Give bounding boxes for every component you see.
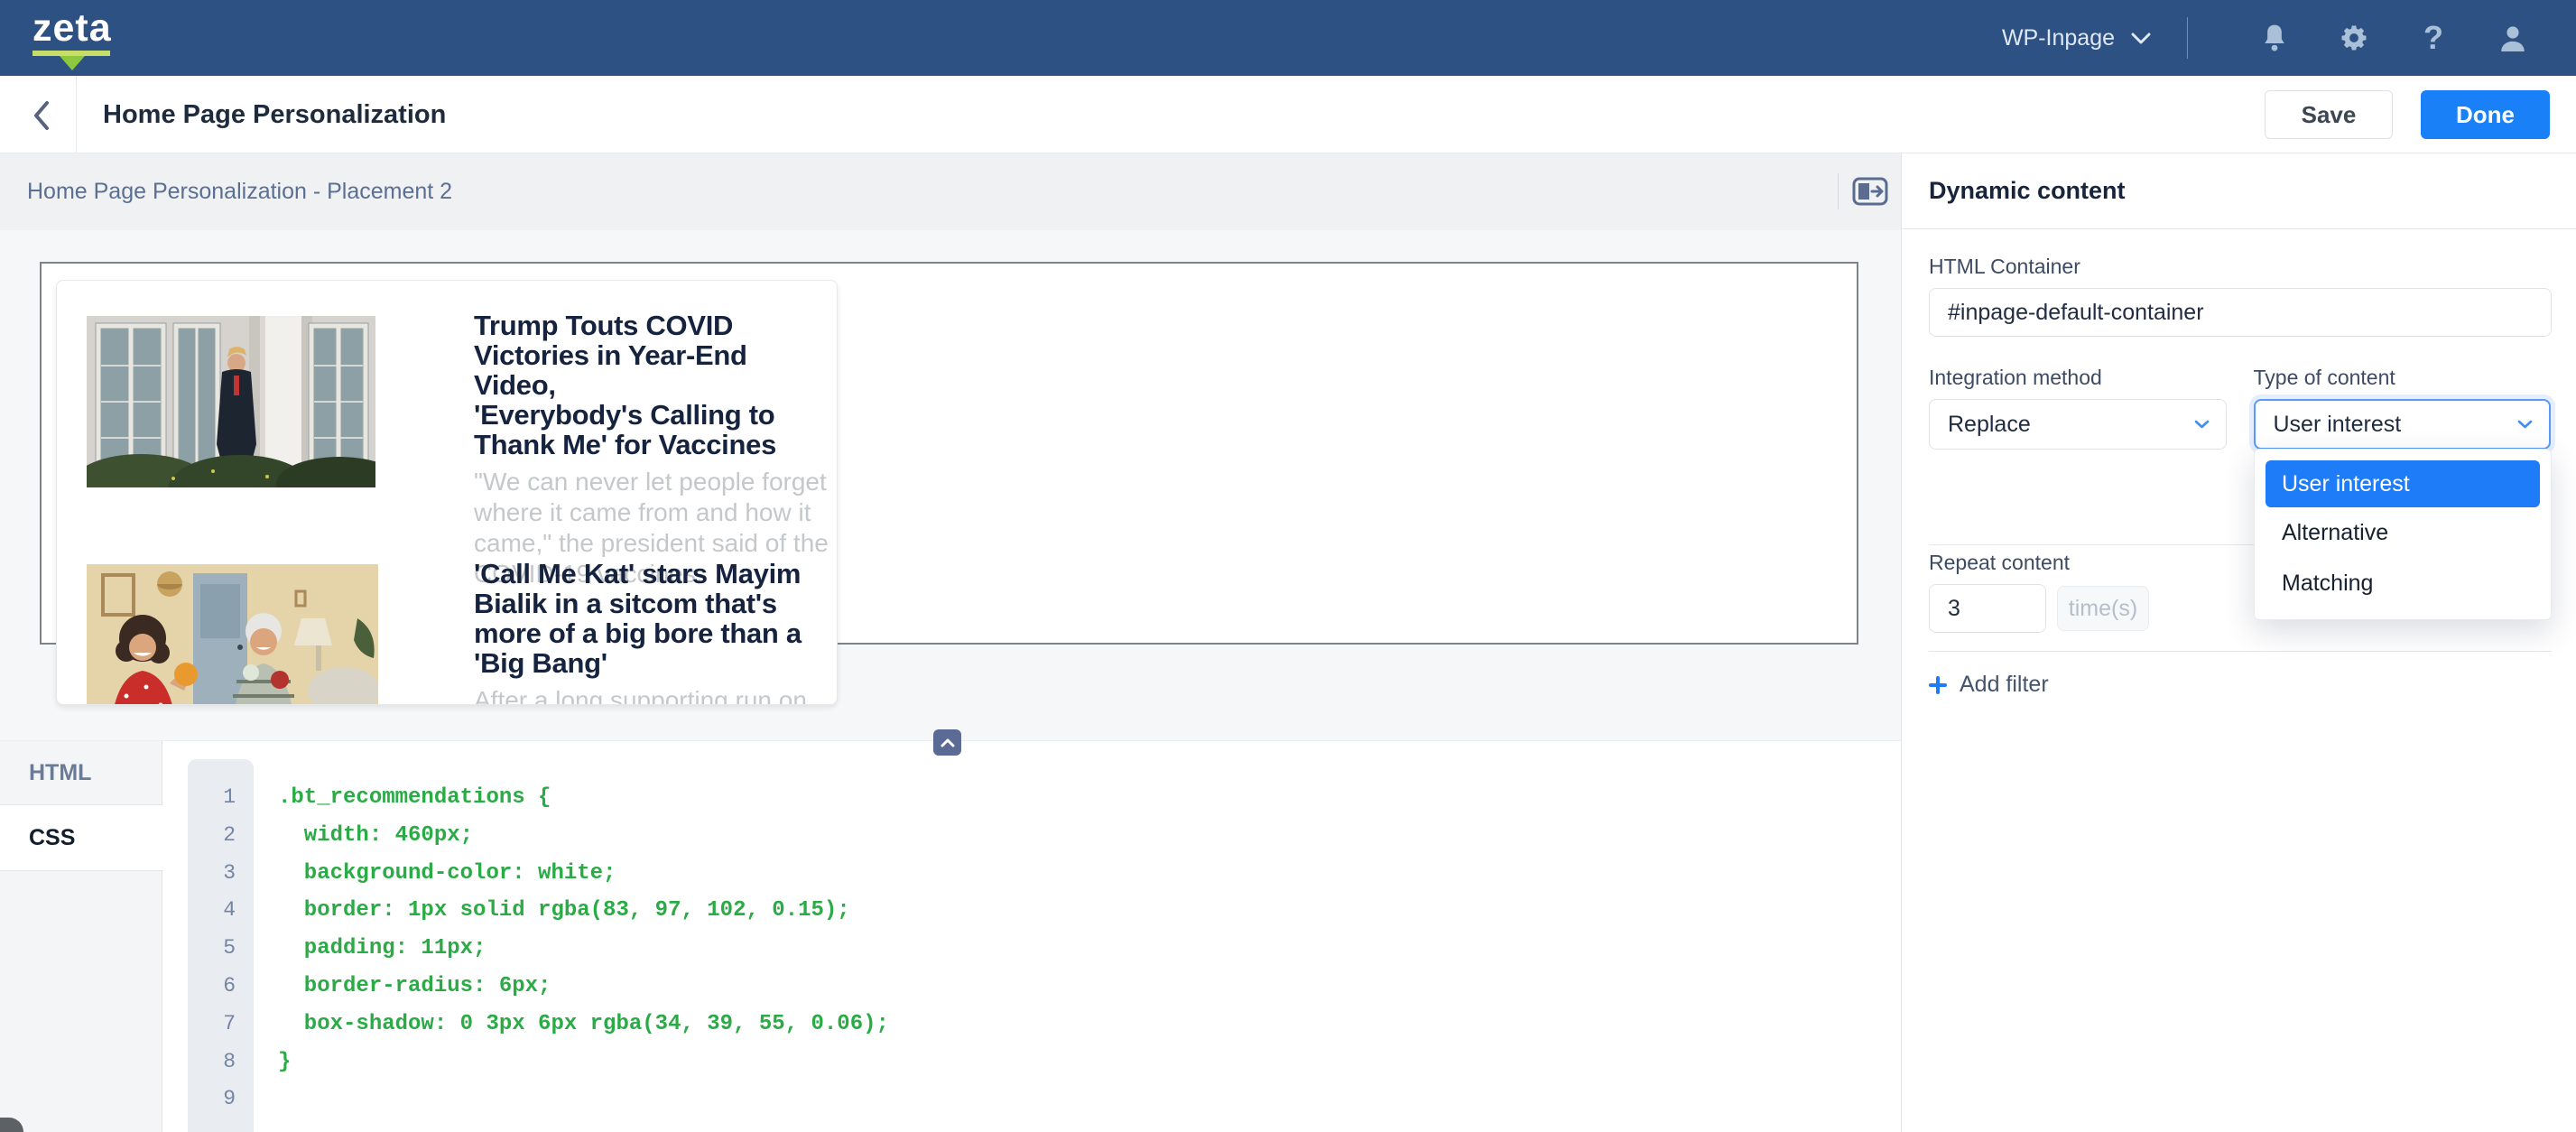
article-2-title: 'Call Me Kat' stars Mayim Bialik in a si… xyxy=(474,559,831,678)
tab-css[interactable]: CSS xyxy=(0,805,163,871)
line-number: 9 xyxy=(188,1081,254,1118)
article-1-title: Trump Touts COVID Victories in Year-End … xyxy=(474,311,831,459)
navbar-divider xyxy=(2187,17,2188,59)
panel-toggle-icon[interactable] xyxy=(1852,177,1888,206)
add-filter-button[interactable]: Add filter xyxy=(1929,672,2551,698)
article-image-white-house xyxy=(87,316,375,487)
header-divider xyxy=(76,76,77,153)
type-of-content-dropdown-menu: User interest Alternative Matching xyxy=(2254,449,2552,620)
menu-item-alternative[interactable]: Alternative xyxy=(2266,507,2540,558)
save-button[interactable]: Save xyxy=(2265,90,2393,139)
recommendations-card: Trump Touts COVID Victories in Year-End … xyxy=(56,280,838,705)
placement-bar: Home Page Personalization - Placement 2 xyxy=(0,153,1901,230)
zeta-logo-check-icon xyxy=(32,50,110,71)
navbar-right-cluster: WP-Inpage ? xyxy=(2002,0,2538,76)
plus-icon xyxy=(1929,676,1947,694)
chevron-up-icon xyxy=(941,738,955,747)
line-number: 6 xyxy=(188,968,254,1006)
line-number: 8 xyxy=(188,1044,254,1081)
editor-tab-column: HTML CSS xyxy=(0,741,162,1132)
code-line: } xyxy=(278,1044,889,1081)
top-navbar: zeta WP-Inpage xyxy=(0,0,2576,76)
account-person-icon[interactable] xyxy=(2488,13,2538,63)
section-divider xyxy=(1929,651,2552,652)
zeta-logo[interactable]: zeta xyxy=(32,7,110,71)
line-number: 5 xyxy=(188,930,254,968)
preview-area: Trump Touts COVID Victories in Year-End … xyxy=(0,230,1901,740)
code-line: border: 1px solid rgba(83, 97, 102, 0.15… xyxy=(278,892,889,930)
type-of-content-select[interactable]: User interest xyxy=(2254,399,2552,450)
integration-method-value: Replace xyxy=(1948,412,2031,438)
line-number: 1 xyxy=(188,779,254,817)
html-container-label: HTML Container xyxy=(1929,255,2551,279)
back-chevron-icon[interactable] xyxy=(23,97,60,134)
settings-gear-icon[interactable] xyxy=(2329,13,2379,63)
menu-item-matching[interactable]: Matching xyxy=(2266,558,2540,608)
done-button[interactable]: Done xyxy=(2421,90,2550,139)
article-1: Trump Touts COVID Victories in Year-End … xyxy=(474,311,831,589)
article-image-sitcom xyxy=(87,564,378,705)
repeat-unit-box: time(s) xyxy=(2057,586,2149,631)
article-2-subtitle: After a long supporting run on "The xyxy=(474,685,831,705)
css-code-content[interactable]: .bt_recommendations { width: 460px; back… xyxy=(278,779,889,1118)
html-container-input[interactable] xyxy=(1929,288,2552,337)
method-type-labels-row: Integration method Type of content xyxy=(1929,366,2551,390)
code-line: padding: 11px; xyxy=(278,930,889,968)
code-line xyxy=(278,1081,889,1118)
chevron-down-icon xyxy=(2517,420,2533,430)
notifications-bell-icon[interactable] xyxy=(2249,13,2300,63)
code-line: border-radius: 6px; xyxy=(278,968,889,1006)
placement-title: Home Page Personalization - Placement 2 xyxy=(27,153,452,230)
placement-divider xyxy=(1838,173,1839,209)
page-header: Home Page Personalization Save Done xyxy=(0,76,2576,153)
tab-html[interactable]: HTML xyxy=(0,741,162,805)
panel-heading: Dynamic content xyxy=(1902,153,2576,229)
dynamic-content-panel: Dynamic content HTML Container Integrati… xyxy=(1901,153,2576,1132)
repeat-count-input[interactable] xyxy=(1929,584,2046,633)
method-type-selects-row: Replace User interest xyxy=(1929,390,2551,450)
code-line: box-shadow: 0 3px 6px rgba(34, 39, 55, 0… xyxy=(278,1006,889,1044)
chevron-down-icon xyxy=(2194,420,2210,430)
line-number: 7 xyxy=(188,1006,254,1044)
code-line: width: 460px; xyxy=(278,817,889,855)
line-number: 2 xyxy=(188,817,254,855)
integration-method-select[interactable]: Replace xyxy=(1929,399,2227,450)
line-number-gutter: 1 2 3 4 5 6 7 8 9 xyxy=(188,759,254,1132)
workspace-name: WP-Inpage xyxy=(2002,25,2115,51)
help-question-mark-icon[interactable]: ? xyxy=(2408,13,2459,63)
code-editor: HTML CSS 1 2 3 4 5 6 7 8 9 .bt_recommend… xyxy=(0,740,1901,1132)
app-window: zeta WP-Inpage xyxy=(0,0,2576,1132)
workspace-switcher[interactable]: WP-Inpage xyxy=(2002,25,2151,51)
code-line: background-color: white; xyxy=(278,855,889,893)
menu-item-user-interest[interactable]: User interest xyxy=(2266,460,2540,507)
code-line: .bt_recommendations { xyxy=(278,779,889,817)
type-of-content-value: User interest xyxy=(2274,412,2402,438)
page-title: Home Page Personalization xyxy=(103,100,446,130)
line-number: 3 xyxy=(188,855,254,893)
article-2: 'Call Me Kat' stars Mayim Bialik in a si… xyxy=(474,559,831,705)
collapse-preview-button[interactable] xyxy=(933,729,961,756)
add-filter-label: Add filter xyxy=(1960,672,2049,698)
line-number: 4 xyxy=(188,892,254,930)
zeta-logo-text: zeta xyxy=(32,7,110,49)
integration-method-label: Integration method xyxy=(1929,366,2227,390)
chevron-down-icon xyxy=(2131,32,2151,44)
type-of-content-label: Type of content xyxy=(2254,366,2552,390)
